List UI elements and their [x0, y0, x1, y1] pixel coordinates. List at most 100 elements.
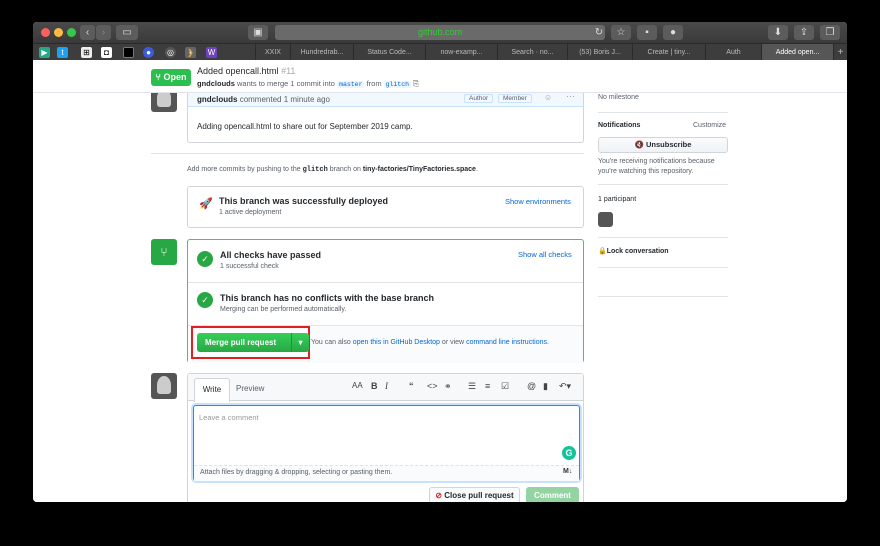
author-link[interactable]: gndclouds	[197, 79, 235, 88]
merge-pull-request-button[interactable]: Merge pull request ▾	[197, 333, 309, 352]
comment-author[interactable]: gndclouds	[197, 95, 237, 104]
comment-time[interactable]: commented 1 minute ago	[240, 95, 330, 104]
close-window-button[interactable]	[41, 28, 50, 37]
divider	[598, 184, 728, 185]
attach-files-text[interactable]: Attach files by dragging & dropping, sel…	[200, 469, 392, 476]
editor-toolbar: AA B I “ <> ⚭ ☰ ≡ ☑ @ ▮ ↶▾	[188, 381, 583, 395]
tab-label: Create | tiny...	[647, 49, 691, 56]
divider	[598, 296, 728, 297]
conflict-sub: Merging can be performed automatically.	[220, 306, 347, 313]
download-icon: ⬇	[773, 27, 783, 38]
lock-conversation-link[interactable]: 🔒Lock conversation	[598, 247, 669, 255]
tab-4[interactable]: now-examp...	[425, 44, 497, 61]
fav-blue-icon[interactable]: ●	[143, 47, 154, 58]
open-desktop-link[interactable]: open this in GitHub Desktop	[353, 339, 440, 346]
tab-7[interactable]: Create | tiny...	[632, 44, 705, 61]
from-text: from	[366, 79, 382, 88]
tab-3[interactable]: Status Code...	[353, 44, 425, 61]
merge-also-text: You can also	[311, 339, 351, 346]
status-label: Open	[163, 72, 187, 82]
comment-textarea[interactable]: Leave a comment G Attach files by draggi…	[193, 405, 580, 481]
tab-2[interactable]: Hundredrab...	[290, 44, 353, 61]
sidebar-toggle-button[interactable]: ▭	[116, 25, 138, 40]
copy-icon[interactable]: ⎘	[413, 79, 419, 88]
sidebar-icon: ▭	[122, 27, 132, 38]
fav-chevron-icon[interactable]: ❯	[185, 47, 196, 58]
zoom-window-button[interactable]	[67, 28, 76, 37]
tab-6[interactable]: (53) Boris J...	[567, 44, 632, 61]
push-hint-repo[interactable]: tiny-factories/TinyFactories.space	[363, 166, 476, 173]
notification-reason: You're receiving notifications because y…	[598, 158, 715, 175]
italic-icon[interactable]: I	[385, 381, 388, 391]
fav-w-icon[interactable]: W	[206, 47, 217, 58]
saved-reply-icon[interactable]: ▮	[543, 381, 548, 392]
cli-instructions-link[interactable]: command line instructions	[466, 339, 547, 346]
forward-button[interactable]: ›	[96, 25, 111, 40]
show-environments-link[interactable]: Show environments	[505, 197, 571, 206]
back-button[interactable]: ‹	[80, 25, 95, 40]
minimize-window-button[interactable]	[54, 28, 63, 37]
grammarly-icon[interactable]: G	[562, 446, 576, 460]
quote-icon[interactable]: “	[409, 381, 414, 391]
fav-feedly-icon[interactable]: ▶	[39, 47, 50, 58]
fav-grid-icon[interactable]: ⊞	[81, 47, 92, 58]
show-all-checks-link[interactable]: Show all checks	[518, 250, 572, 259]
reload-button[interactable]: ↻	[593, 25, 605, 40]
tab-1[interactable]: XXIX	[255, 44, 290, 61]
fav-twitter-icon[interactable]: t	[57, 47, 68, 58]
checks-title: All checks have passed	[220, 250, 322, 260]
mute-icon: 🔇	[634, 140, 644, 149]
text-size-icon[interactable]: AA	[352, 381, 363, 390]
milestone-value: No milestone	[598, 94, 639, 101]
reply-dropdown-icon[interactable]: ↶▾	[559, 381, 571, 392]
downloads-button[interactable]: ⬇	[768, 25, 788, 40]
reload-icon: ↻	[594, 27, 604, 38]
address-bar[interactable]: github.com	[275, 25, 605, 40]
close-pull-request-button[interactable]: ⊘ Close pull request	[429, 487, 520, 502]
share-button[interactable]: ⇪	[794, 25, 814, 40]
ordered-list-icon[interactable]: ≡	[485, 381, 490, 391]
bold-icon[interactable]: B	[371, 381, 378, 391]
tabs-overview-button[interactable]: ❐	[820, 25, 840, 40]
rocket-icon: 🚀	[199, 198, 213, 210]
member-badge: Member	[498, 94, 532, 103]
tab-bar: ▶ t ⊞ ◘ ● ◎ ▪ ❯ W XXIX Hundredrab... Sta…	[33, 43, 847, 61]
fav-black-icon[interactable]	[123, 47, 134, 58]
push-hint-middle: branch on	[329, 166, 361, 173]
pr-open-icon: ⑂	[155, 72, 161, 82]
participant-avatar[interactable]	[598, 212, 613, 227]
link-icon[interactable]: ⚭	[444, 381, 452, 392]
mention-icon[interactable]: @	[527, 381, 536, 391]
add-reaction-icon[interactable]: ☺	[544, 93, 552, 102]
base-branch[interactable]: master	[337, 81, 365, 88]
new-tab-button[interactable]: +	[833, 44, 847, 61]
tab-5[interactable]: Search · no...	[497, 44, 567, 61]
merge-dropdown-icon[interactable]: ▾	[291, 333, 309, 352]
code-icon[interactable]: <>	[427, 381, 438, 391]
grammarly-button[interactable]: ●	[663, 25, 683, 40]
divider	[151, 153, 584, 154]
customize-link[interactable]: Customize	[693, 122, 726, 129]
unordered-list-icon[interactable]: ☰	[468, 381, 476, 392]
close-pr-label: Close pull request	[444, 491, 514, 500]
task-list-icon[interactable]: ☑	[501, 381, 509, 392]
tab-active[interactable]: Added open...	[761, 44, 833, 61]
extension-button[interactable]: ▪	[637, 25, 657, 40]
merge-status-icon: ⑂	[151, 239, 177, 265]
divider	[188, 282, 583, 283]
share-tab-button[interactable]: ▣	[248, 25, 268, 40]
fav-app-icon[interactable]: ◘	[101, 47, 112, 58]
deployment-box: 🚀 This branch was successfully deployed …	[187, 186, 584, 228]
current-user-avatar[interactable]	[151, 373, 177, 399]
deploy-sub: 1 active deployment	[219, 209, 282, 216]
unsubscribe-button[interactable]: 🔇 Unsubscribe	[598, 137, 728, 153]
bookmark-button[interactable]: ☆	[611, 25, 631, 40]
unsubscribe-label: Unsubscribe	[646, 140, 692, 149]
chevron-left-icon: ‹	[85, 27, 90, 38]
push-hint-branch: glitch	[302, 166, 328, 174]
fav-gray-icon[interactable]: ◎	[165, 47, 176, 58]
tab-8[interactable]: Auth	[705, 44, 761, 61]
head-branch[interactable]: glitch	[383, 81, 412, 88]
divider	[598, 267, 728, 268]
comment-button[interactable]: Comment	[526, 487, 579, 502]
